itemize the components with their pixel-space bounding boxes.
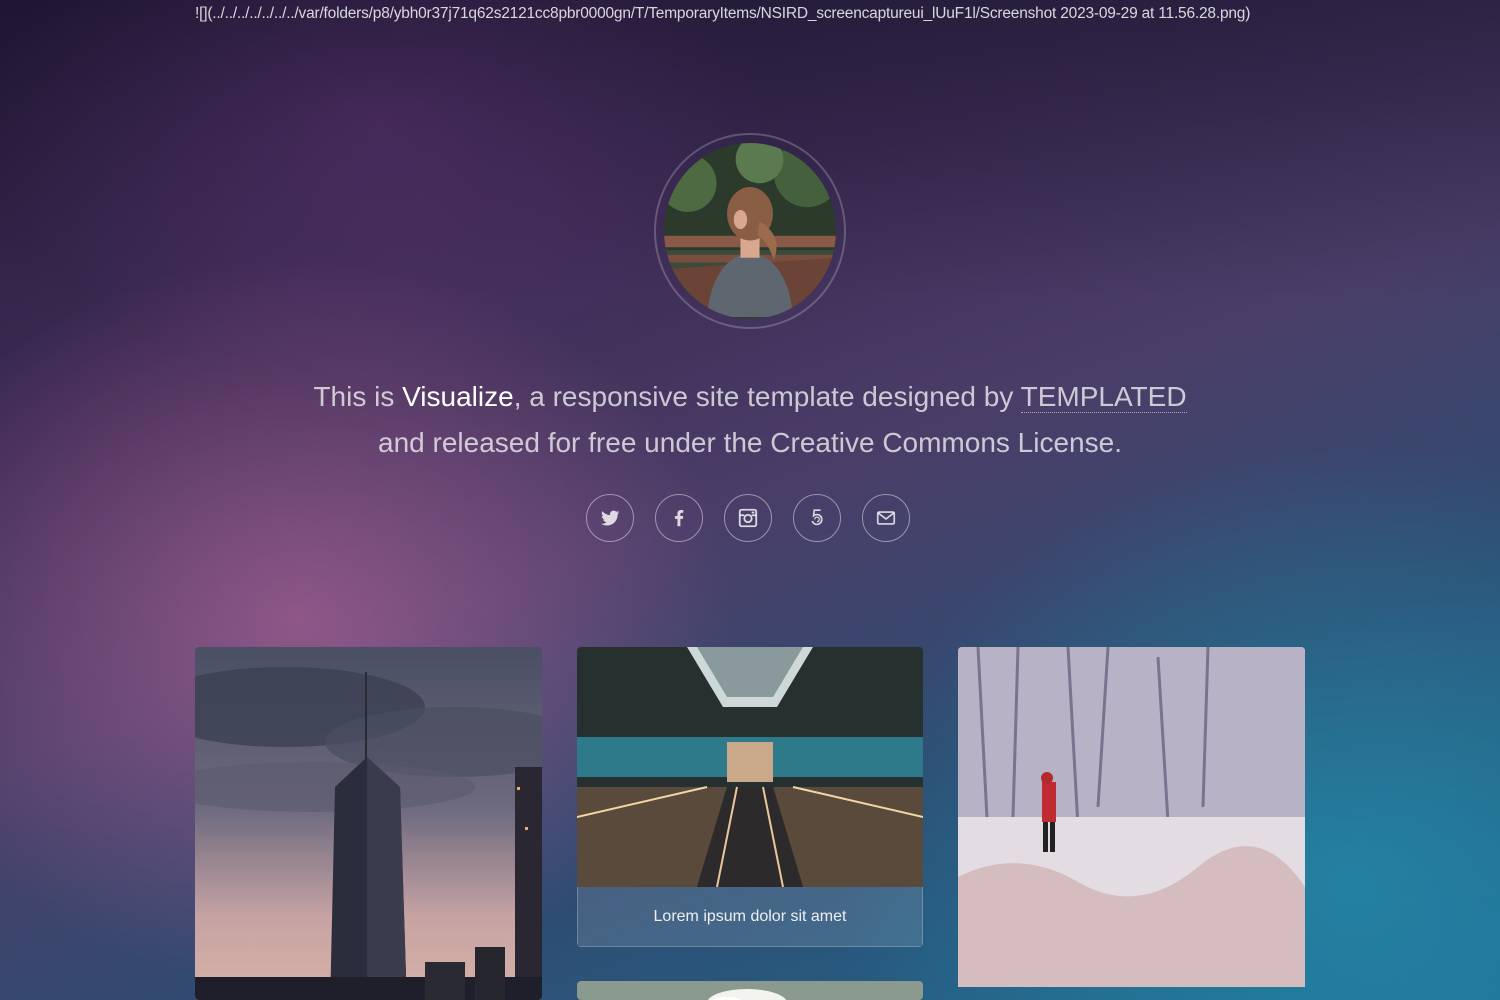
avatar-photo: [664, 143, 836, 317]
templated-link[interactable]: TEMPLATED: [1020, 381, 1187, 413]
escalator-image: [577, 647, 923, 887]
500px-icon: [811, 509, 823, 526]
social-links: [586, 494, 910, 542]
facebook-link[interactable]: [655, 494, 703, 542]
site-name: Visualize: [402, 381, 514, 412]
city-skyline-image: [195, 647, 542, 1000]
clouds-image: [577, 981, 923, 1000]
facebook-icon: [674, 510, 684, 527]
intro-prefix: This is: [313, 381, 395, 412]
image-path-text: ![](../../../../../../../var/folders/p8/…: [195, 5, 1251, 22]
twitter-icon: [600, 510, 620, 526]
instagram-link[interactable]: [724, 494, 772, 542]
email-link[interactable]: [862, 494, 910, 542]
gallery-item[interactable]: [195, 647, 542, 1000]
intro-text: This is Visualize, a responsive site tem…: [250, 374, 1250, 466]
intro-line2: and released for free under the Creative…: [378, 427, 1122, 458]
gallery-caption: Lorem ipsum dolor sit amet: [577, 887, 923, 947]
intro-middle: , a responsive site template designed by: [513, 381, 1014, 412]
gallery-item[interactable]: [958, 647, 1305, 1000]
avatar: [654, 133, 846, 329]
gallery-item[interactable]: Lorem ipsum dolor sit amet: [577, 647, 923, 947]
instagram-icon: [738, 508, 758, 528]
snowy-forest-image: [958, 647, 1305, 987]
envelope-icon: [876, 511, 896, 525]
twitter-link[interactable]: [586, 494, 634, 542]
gallery-item[interactable]: [577, 981, 923, 1000]
500px-link[interactable]: [793, 494, 841, 542]
